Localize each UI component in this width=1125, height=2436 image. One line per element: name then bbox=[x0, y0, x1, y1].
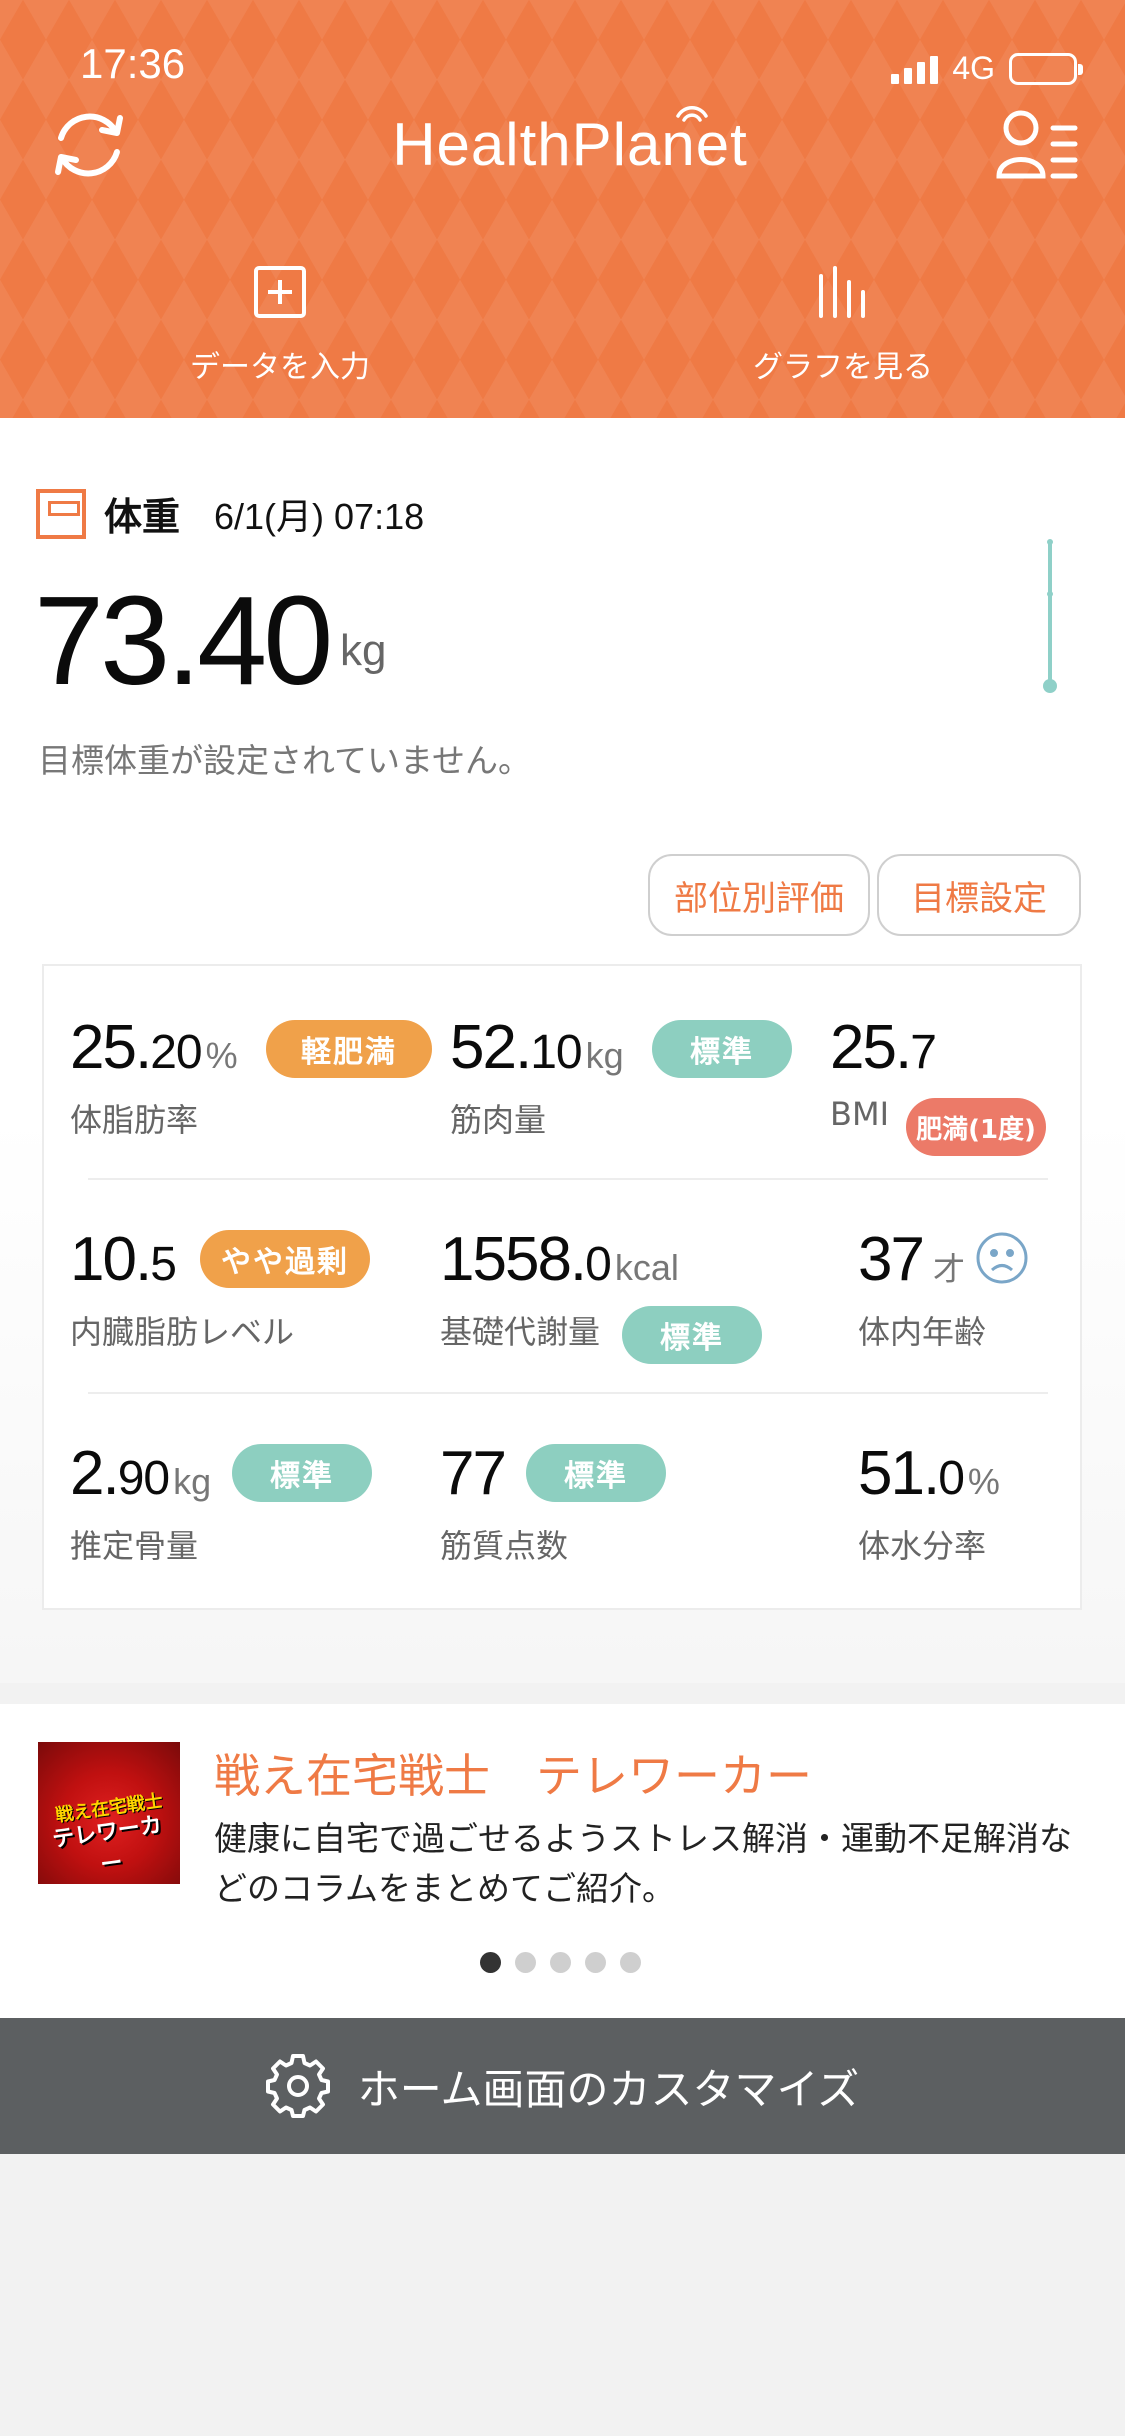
user-list-icon bbox=[996, 110, 1078, 179]
battery-icon bbox=[1009, 52, 1083, 85]
goal-weight-note: 目標体重が設定されていません。 bbox=[38, 741, 532, 780]
weight-card: 体重 6/1(月) 07:18 73.40 kg 目標体重が設定されていません。… bbox=[0, 418, 1125, 1683]
status-time: 17:36 bbox=[80, 40, 186, 87]
muscle-quality-label: 筋質点数 bbox=[440, 1527, 569, 1565]
goal-setting-button[interactable]: 目標設定 bbox=[877, 854, 1081, 936]
gear-icon bbox=[265, 2054, 330, 2118]
banner-title[interactable]: 戦え在宅戦士 テレワーカー bbox=[214, 1740, 812, 1806]
input-data-button[interactable]: データを入力 bbox=[130, 262, 430, 386]
carousel-dot[interactable] bbox=[620, 1952, 641, 1973]
bmi-badge: 肥満(1度) bbox=[906, 1098, 1046, 1156]
banner-description: 健康に自宅で過ごせるようストレス解消・運動不足解消などのコラムをまとめてご紹介。 bbox=[214, 1819, 1072, 1908]
body-fat-badge: 軽肥満 bbox=[266, 1020, 432, 1078]
network-label: 4G bbox=[952, 50, 995, 86]
muscle-mass-badge: 標準 bbox=[652, 1020, 792, 1078]
app-header: 17:36 4G HealthPlanet データを入力 グラフを見る bbox=[0, 0, 1125, 418]
weight-label: 体重 bbox=[104, 495, 181, 539]
bone-mass-badge: 標準 bbox=[232, 1444, 372, 1502]
carousel-dot[interactable] bbox=[550, 1952, 571, 1973]
bmi-value: 25.7 bbox=[830, 1013, 937, 1082]
carousel-dots bbox=[480, 1952, 641, 1973]
promo-banner[interactable]: 戦え在宅戦士 テレワーカー 戦え在宅戦士 テレワーカー 健康に自宅で過ごせるよう… bbox=[0, 1704, 1125, 2018]
part-evaluation-button[interactable]: 部位別評価 bbox=[648, 854, 870, 936]
signal-icon bbox=[891, 54, 939, 84]
body-fat-value: 25.20% bbox=[70, 1013, 238, 1082]
scale-icon bbox=[36, 488, 86, 539]
body-fat-label: 体脂肪率 bbox=[70, 1101, 199, 1139]
muscle-mass-value: 52.10 kg bbox=[450, 1013, 624, 1082]
wifi-icon bbox=[676, 106, 708, 122]
refresh-button[interactable] bbox=[44, 100, 134, 190]
bmr-value: 1558.0 kcal bbox=[440, 1225, 679, 1294]
muscle-mass-label: 筋肉量 bbox=[450, 1101, 547, 1139]
app-logo: HealthPlanet bbox=[360, 106, 780, 190]
muscle-quality-badge: 標準 bbox=[526, 1444, 666, 1502]
body-water-value: 51.0% bbox=[858, 1439, 1000, 1508]
banner-image[interactable]: 戦え在宅戦士 テレワーカー bbox=[38, 1742, 180, 1884]
carousel-dot[interactable] bbox=[585, 1952, 606, 1973]
visceral-fat-badge: やや過剰 bbox=[200, 1230, 370, 1288]
customize-label: ホーム画面のカスタマイズ bbox=[357, 2064, 860, 2114]
body-water-label: 体水分率 bbox=[858, 1527, 987, 1565]
row-divider bbox=[88, 1392, 1048, 1394]
profile-button[interactable] bbox=[991, 100, 1081, 190]
body-age-metric[interactable]: 37 才 体内年齢 bbox=[858, 1224, 986, 1353]
body-age-value: 37 才 bbox=[858, 1225, 965, 1294]
input-data-label: データを入力 bbox=[190, 350, 370, 385]
body-composition-grid: 25.20% 体脂肪率 軽肥満 52.10 kg 筋肉量 標準 25.7 BMI … bbox=[42, 964, 1082, 1610]
sad-face-icon bbox=[976, 1232, 1028, 1284]
body-fat-metric[interactable]: 25.20% 体脂肪率 bbox=[70, 1012, 238, 1141]
row-divider bbox=[88, 1178, 1048, 1180]
body-water-metric[interactable]: 51.0% 体水分率 bbox=[858, 1438, 1000, 1567]
status-indicators: 4G bbox=[891, 50, 1083, 87]
weight-sparkline[interactable] bbox=[1030, 536, 1070, 696]
bmr-badge: 標準 bbox=[622, 1306, 762, 1364]
view-graph-label: グラフを見る bbox=[753, 350, 933, 385]
bone-mass-metric[interactable]: 2.90 kg 推定骨量 bbox=[70, 1438, 211, 1567]
bone-mass-value: 2.90 kg bbox=[70, 1439, 212, 1508]
bar-graph-icon bbox=[819, 266, 865, 318]
carousel-dot[interactable] bbox=[480, 1952, 501, 1973]
view-graph-button[interactable]: グラフを見る bbox=[693, 262, 993, 386]
weight-value: 73.40 bbox=[34, 570, 333, 711]
plus-square-icon bbox=[254, 266, 306, 318]
visceral-fat-label: 内臓脂肪レベル bbox=[70, 1313, 295, 1351]
carousel-dot[interactable] bbox=[515, 1952, 536, 1973]
refresh-icon bbox=[55, 113, 123, 177]
customize-home-button[interactable]: ホーム画面のカスタマイズ bbox=[0, 2018, 1125, 2154]
weight-unit: kg bbox=[340, 626, 387, 675]
weight-header: 体重 6/1(月) 07:18 bbox=[36, 486, 424, 541]
bone-mass-label: 推定骨量 bbox=[70, 1527, 199, 1565]
muscle-mass-metric[interactable]: 52.10 kg 筋肉量 bbox=[450, 1012, 624, 1141]
body-age-label: 体内年齢 bbox=[858, 1313, 987, 1351]
measurement-date: 6/1(月) 07:18 bbox=[214, 495, 425, 537]
